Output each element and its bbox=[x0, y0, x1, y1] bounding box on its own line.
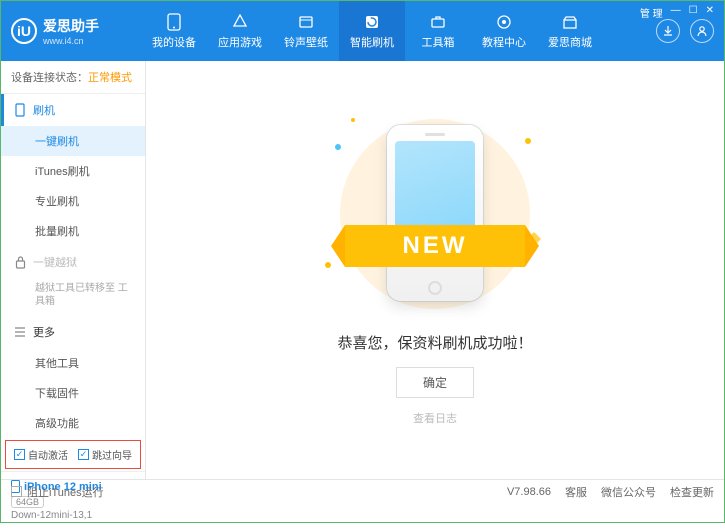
app-url: www.i4.cn bbox=[43, 36, 99, 46]
nav-label: 我的设备 bbox=[152, 34, 196, 50]
ok-button[interactable]: 确定 bbox=[396, 367, 474, 398]
sidebar-item-batch-flash[interactable]: 批量刷机 bbox=[1, 216, 145, 246]
store-icon bbox=[561, 13, 579, 31]
download-icon[interactable] bbox=[656, 19, 680, 43]
sidebar: 设备连接状态：正常模式 刷机 一键刷机 iTunes刷机 专业刷机 批量刷机 一… bbox=[1, 61, 146, 479]
sidebar-item-oneclick-flash[interactable]: 一键刷机 bbox=[1, 126, 145, 156]
sidebar-item-pro-flash[interactable]: 专业刷机 bbox=[1, 186, 145, 216]
nav-toolbox[interactable]: 工具箱 bbox=[405, 1, 471, 61]
nav-label: 工具箱 bbox=[422, 34, 455, 50]
ringtone-icon bbox=[297, 13, 315, 31]
footer-check-update[interactable]: 检查更新 bbox=[670, 484, 714, 500]
view-log-link[interactable]: 查看日志 bbox=[413, 410, 457, 426]
phone-icon bbox=[13, 103, 27, 117]
jailbreak-note: 越狱工具已转移至 工具箱 bbox=[1, 278, 145, 316]
logo-icon: iU bbox=[11, 18, 37, 44]
main-content: NEW 恭喜您，保资料刷机成功啦！ 确定 查看日志 bbox=[146, 61, 724, 479]
connection-status: 设备连接状态：正常模式 bbox=[1, 61, 145, 94]
phone-icon bbox=[165, 13, 183, 31]
nav-label: 教程中心 bbox=[482, 34, 526, 50]
lock-icon bbox=[13, 255, 27, 269]
tutorial-icon bbox=[495, 13, 513, 31]
new-badge: NEW bbox=[345, 225, 525, 267]
nav-label: 应用游戏 bbox=[218, 34, 262, 50]
close-icon[interactable]: ✕ bbox=[706, 5, 714, 20]
nav-store[interactable]: 爱思商城 bbox=[537, 1, 603, 61]
check-auto-activate[interactable]: ✓自动激活 bbox=[14, 447, 68, 462]
app-logo: iU 爱思助手 www.i4.cn bbox=[11, 16, 141, 46]
minimize-icon[interactable]: — bbox=[671, 5, 681, 20]
nav-ringtone[interactable]: 铃声壁纸 bbox=[273, 1, 339, 61]
sidebar-item-itunes-flash[interactable]: iTunes刷机 bbox=[1, 156, 145, 186]
maximize-icon[interactable]: ☐ bbox=[689, 5, 698, 20]
nav-flash[interactable]: 智能刷机 bbox=[339, 1, 405, 61]
block-itunes-checkbox[interactable] bbox=[11, 486, 22, 497]
menu-icon bbox=[13, 325, 27, 339]
version-label: V7.98.66 bbox=[507, 486, 551, 498]
flash-options: ✓自动激活 ✓跳过向导 bbox=[5, 440, 141, 469]
success-illustration: NEW bbox=[335, 114, 535, 314]
sidebar-item-download-firmware[interactable]: 下载固件 bbox=[1, 378, 145, 408]
window-controls: 管 理 — ☐ ✕ bbox=[640, 5, 714, 20]
nav-tutorial[interactable]: 教程中心 bbox=[471, 1, 537, 61]
window-mgmt[interactable]: 管 理 bbox=[640, 5, 663, 20]
nav-apps[interactable]: 应用游戏 bbox=[207, 1, 273, 61]
section-flash[interactable]: 刷机 bbox=[1, 94, 145, 126]
user-icon[interactable] bbox=[690, 19, 714, 43]
main-nav: 我的设备 应用游戏 铃声壁纸 智能刷机 工具箱 bbox=[141, 1, 603, 61]
success-message: 恭喜您，保资料刷机成功啦！ bbox=[337, 332, 532, 353]
flash-icon bbox=[363, 13, 381, 31]
nav-my-device[interactable]: 我的设备 bbox=[141, 1, 207, 61]
section-jailbreak[interactable]: 一键越狱 bbox=[1, 246, 145, 278]
toolbox-icon bbox=[429, 13, 447, 31]
sidebar-item-other-tools[interactable]: 其他工具 bbox=[1, 348, 145, 378]
nav-label: 智能刷机 bbox=[350, 34, 394, 50]
app-header: 管 理 — ☐ ✕ iU 爱思助手 www.i4.cn 我的设备 应用游戏 bbox=[1, 1, 724, 61]
block-itunes-label: 阻止iTunes运行 bbox=[27, 484, 104, 500]
nav-label: 爱思商城 bbox=[548, 34, 592, 50]
device-model: Down-12mini-13,1 bbox=[11, 510, 135, 521]
section-more[interactable]: 更多 bbox=[1, 316, 145, 348]
nav-label: 铃声壁纸 bbox=[284, 34, 328, 50]
device-info[interactable]: iPhone 12 mini 64GB Down-12mini-13,1 bbox=[1, 471, 145, 529]
sidebar-item-advanced[interactable]: 高级功能 bbox=[1, 408, 145, 438]
check-skip-guide[interactable]: ✓跳过向导 bbox=[78, 447, 132, 462]
app-title: 爱思助手 bbox=[43, 16, 99, 36]
footer-wechat[interactable]: 微信公众号 bbox=[601, 484, 656, 500]
footer-support[interactable]: 客服 bbox=[565, 484, 587, 500]
apps-icon bbox=[231, 13, 249, 31]
